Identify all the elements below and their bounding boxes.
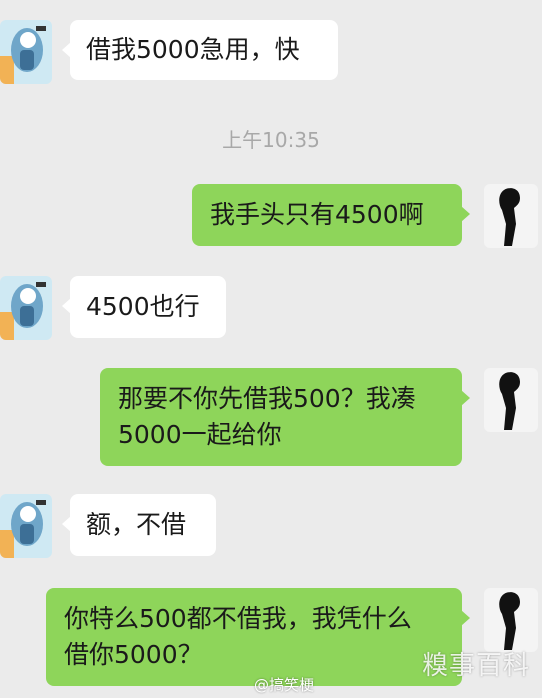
contact-avatar[interactable]	[0, 494, 52, 558]
message-text: 我手头只有4500啊	[210, 200, 424, 229]
message-text: 4500也行	[86, 292, 200, 321]
incoming-message: 4500也行	[62, 276, 226, 338]
message-text-line-1: 那要不你先借我500？我凑	[118, 384, 416, 413]
message-text: 借我5000急用，快	[86, 35, 300, 64]
incoming-message: 借我5000急用，快	[62, 20, 338, 80]
incoming-message: 额，不借	[62, 494, 216, 556]
user-avatar[interactable]	[484, 588, 538, 652]
contact-avatar[interactable]	[0, 276, 52, 340]
user-avatar[interactable]	[484, 368, 538, 432]
outgoing-message: 你特么500都不借我，我凭什么 借你5000？	[46, 588, 470, 686]
message-text-line-2: 5000一起给你	[118, 420, 282, 449]
message-text-line-2: 借你5000？	[64, 640, 203, 669]
message-timestamp: 上午10:35	[222, 128, 320, 152]
outgoing-message: 那要不你先借我500？我凑 5000一起给你	[100, 368, 470, 466]
message-text-line-1: 你特么500都不借我，我凭什么	[64, 604, 412, 633]
watermark-source: @搞笑梗	[254, 676, 315, 694]
user-avatar[interactable]	[484, 184, 538, 248]
message-text: 额，不借	[86, 510, 187, 539]
outgoing-message: 我手头只有4500啊	[192, 184, 470, 246]
contact-avatar[interactable]	[0, 20, 52, 84]
watermark-logo: 糗事百科	[421, 651, 530, 681]
